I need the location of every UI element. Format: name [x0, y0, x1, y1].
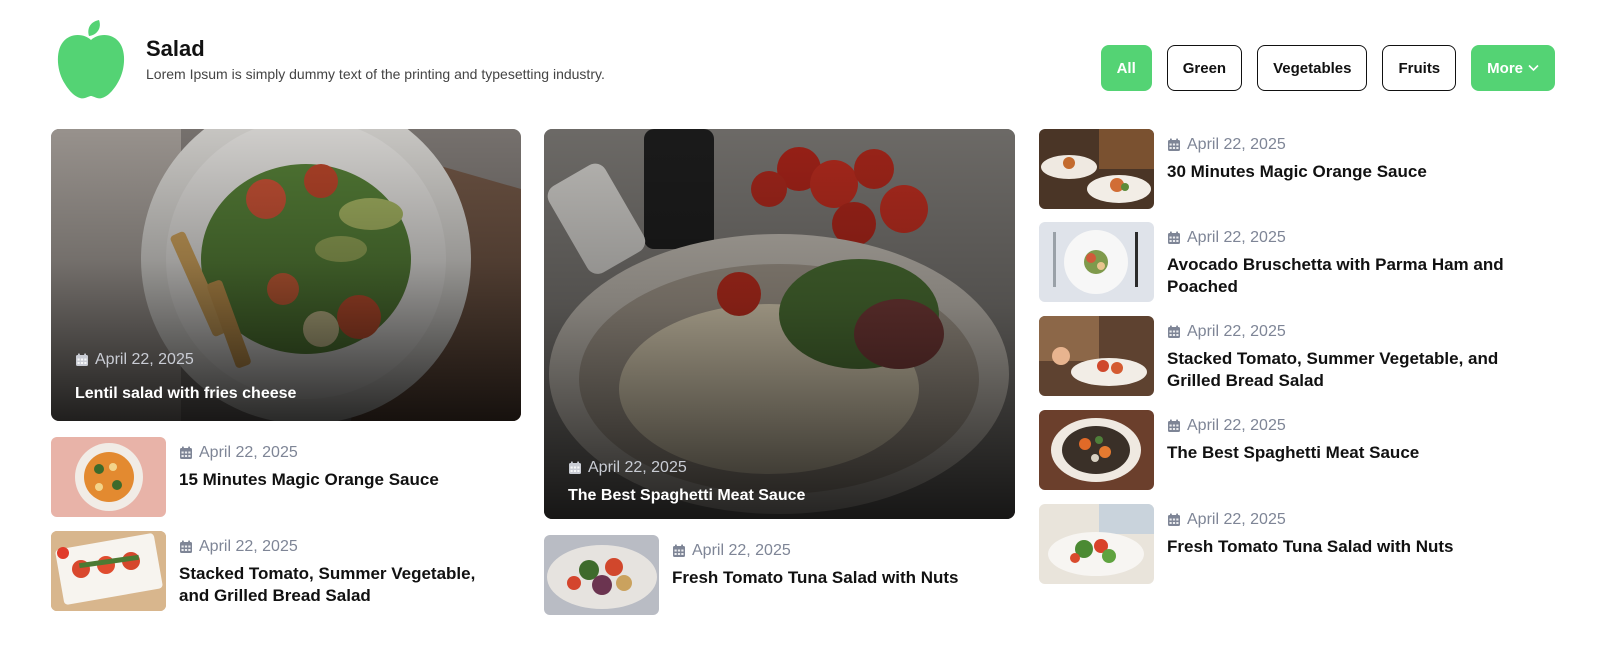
list-item[interactable]: April 22, 2025 Stacked Tomato, Summer Ve… [51, 531, 509, 611]
post-date: April 22, 2025 [1167, 229, 1507, 247]
list-item[interactable]: April 22, 2025 The Best Spaghetti Meat S… [1039, 410, 1507, 490]
list-item[interactable]: April 22, 2025 30 Minutes Magic Orange S… [1039, 129, 1507, 209]
calendar-icon [75, 353, 89, 367]
list-item[interactable]: April 22, 2025 15 Minutes Magic Orange S… [51, 437, 509, 517]
filter-all-button[interactable]: All [1100, 45, 1152, 91]
post-date: April 22, 2025 [1167, 511, 1507, 529]
post-title[interactable]: Avocado Bruschetta with Parma Ham and Po… [1167, 254, 1507, 298]
chevron-down-icon [1528, 64, 1539, 72]
bruschetta-thumbnail [1039, 222, 1154, 302]
orange-sauce-thumbnail [1039, 129, 1154, 209]
post-date: April 22, 2025 [75, 351, 194, 369]
filter-green-button[interactable]: Green [1166, 45, 1243, 91]
post-date: April 22, 2025 [179, 538, 509, 556]
orange-pasta-thumbnail [51, 437, 166, 517]
filter-bar: All Green Vegetables Fruits More [1100, 45, 1555, 91]
post-date: April 22, 2025 [568, 459, 687, 477]
more-label: More [1487, 59, 1523, 77]
calendar-icon [568, 461, 582, 475]
calendar-icon [1167, 138, 1181, 152]
post-date: April 22, 2025 [179, 444, 509, 462]
tuna-salad-thumbnail [544, 535, 659, 615]
post-title[interactable]: The Best Spaghetti Meat Sauce [1167, 442, 1507, 464]
post-title[interactable]: 15 Minutes Magic Orange Sauce [179, 469, 509, 491]
post-title[interactable]: Stacked Tomato, Summer Vegetable, and Gr… [1167, 348, 1507, 392]
calendar-icon [179, 446, 193, 460]
filter-fruits-button[interactable]: Fruits [1382, 45, 1457, 91]
list-item[interactable]: April 22, 2025 Fresh Tomato Tuna Salad w… [1039, 504, 1507, 584]
calendar-icon [1167, 513, 1181, 527]
more-dropdown-button[interactable]: More [1471, 45, 1555, 91]
post-title[interactable]: Lentil salad with fries cheese [75, 385, 296, 403]
featured-post-card[interactable]: April 22, 2025 The Best Spaghetti Meat S… [544, 129, 1015, 519]
list-item[interactable]: April 22, 2025 Stacked Tomato, Summer Ve… [1039, 316, 1507, 396]
page-title: Salad [146, 36, 205, 61]
post-date: April 22, 2025 [1167, 323, 1507, 341]
post-title[interactable]: The Best Spaghetti Meat Sauce [568, 487, 805, 505]
filter-vegetables-button[interactable]: Vegetables [1257, 45, 1368, 91]
calendar-icon [1167, 325, 1181, 339]
post-title[interactable]: 30 Minutes Magic Orange Sauce [1167, 161, 1507, 183]
apple-icon [57, 20, 125, 99]
calendar-icon [179, 540, 193, 554]
stacked-tomato-thumbnail [1039, 316, 1154, 396]
list-item[interactable]: April 22, 2025 Avocado Bruschetta with P… [1039, 222, 1507, 302]
post-title[interactable]: Fresh Tomato Tuna Salad with Nuts [1167, 536, 1507, 558]
post-date: April 22, 2025 [1167, 136, 1507, 154]
list-item[interactable]: April 22, 2025 Fresh Tomato Tuna Salad w… [544, 535, 1012, 615]
stacked-tomato-thumbnail [51, 531, 166, 611]
calendar-icon [1167, 231, 1181, 245]
calendar-icon [1167, 419, 1181, 433]
calendar-icon [672, 544, 686, 558]
post-date: April 22, 2025 [1167, 417, 1507, 435]
post-title[interactable]: Stacked Tomato, Summer Vegetable, and Gr… [179, 563, 509, 607]
post-title[interactable]: Fresh Tomato Tuna Salad with Nuts [672, 567, 1012, 589]
featured-post-card[interactable]: April 22, 2025 Lentil salad with fries c… [51, 129, 521, 421]
spaghetti-thumbnail [1039, 410, 1154, 490]
tuna-salad-thumbnail [1039, 504, 1154, 584]
page-subtitle: Lorem Ipsum is simply dummy text of the … [146, 66, 605, 82]
post-date: April 22, 2025 [672, 542, 1012, 560]
